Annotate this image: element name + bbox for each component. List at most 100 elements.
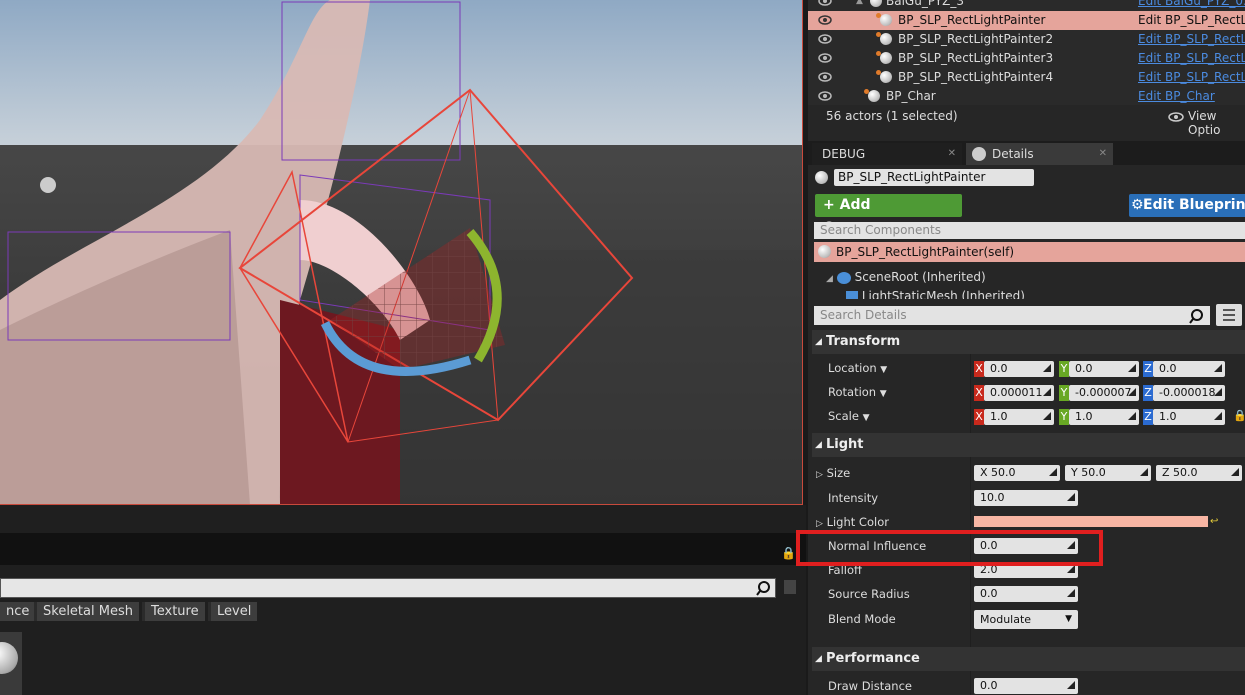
eye-icon[interactable] xyxy=(818,51,832,65)
size-x-field[interactable]: X 50.0 xyxy=(974,465,1060,481)
outliner-row[interactable]: ▲ BaiGu_PYZ_3 Edit BaiGu_PYZ_03 xyxy=(808,0,1245,11)
reset-to-default-icon[interactable]: ↩ xyxy=(1210,516,1220,527)
outliner-edit-link[interactable]: Edit BP_SLP_RectL xyxy=(1138,49,1245,68)
scale-z-field[interactable]: 1.0 xyxy=(1153,409,1225,425)
outliner-row-selected[interactable]: BP_SLP_RectLightPainter Edit BP_SLP_Rect… xyxy=(808,11,1245,30)
component-tree-label: LightStaticMesh (Inherited) xyxy=(861,289,1025,299)
z-axis-label: Z xyxy=(1143,385,1153,401)
save-search-icon[interactable] xyxy=(784,580,796,594)
eye-icon[interactable] xyxy=(818,70,832,84)
z-axis-label: Z xyxy=(1143,361,1153,377)
rotation-y-field[interactable]: -0.000007 xyxy=(1069,385,1139,401)
scale-y-field[interactable]: 1.0 xyxy=(1069,409,1139,425)
location-z-field[interactable]: 0.0 xyxy=(1153,361,1225,377)
eye-icon[interactable] xyxy=(818,0,832,8)
column-divider xyxy=(970,330,971,695)
blend-mode-dropdown[interactable]: Modulate ▼ xyxy=(974,610,1078,629)
tab-label: Details xyxy=(992,147,1034,161)
outliner-edit-link[interactable]: Edit BP_Char xyxy=(1138,87,1215,106)
light-color-swatch[interactable] xyxy=(974,516,1208,527)
actor-count-status: 56 actors (1 selected) xyxy=(826,109,958,123)
eye-icon[interactable] xyxy=(818,13,832,27)
filter-chip-level[interactable]: Level xyxy=(208,602,258,621)
component-tree-item[interactable]: LightStaticMesh (Inherited) xyxy=(846,287,1025,299)
outliner-row[interactable]: BP_SLP_RectLightPainter3 Edit BP_SLP_Rec… xyxy=(808,49,1245,68)
intensity-field[interactable]: 10.0 xyxy=(974,490,1078,506)
add-component-button[interactable]: + Add Component ▼ xyxy=(815,194,962,236)
category-transform[interactable]: ◢ Transform xyxy=(812,330,1245,354)
view-options-icon[interactable] xyxy=(1216,304,1242,326)
location-y-field[interactable]: 0.0 xyxy=(1069,361,1139,377)
expand-arrow-icon[interactable]: ◢ xyxy=(826,274,833,284)
scene-root-icon xyxy=(836,271,851,284)
search-icon[interactable] xyxy=(755,579,773,597)
rotation-label[interactable]: Rotation ▼ xyxy=(828,385,887,399)
outliner-edit-link[interactable]: Edit BP_SLP_RectL xyxy=(1138,11,1245,30)
size-y-field[interactable]: Y 50.0 xyxy=(1065,465,1151,481)
light-color-label[interactable]: ▷ Light Color xyxy=(816,515,889,529)
search-components-input[interactable]: Search Components xyxy=(814,222,1245,239)
filter-chip-texture[interactable]: Texture xyxy=(142,602,205,621)
asset-thumbnail[interactable] xyxy=(0,632,22,695)
outliner-edit-link[interactable]: Edit BP_SLP_RectL xyxy=(1138,68,1245,87)
collapse-arrow-icon: ◢ xyxy=(815,337,822,347)
edit-blueprint-button[interactable]: ⚙ Edit Blueprin xyxy=(1129,194,1245,217)
eye-icon xyxy=(1168,111,1184,122)
level-viewport[interactable] xyxy=(0,0,803,505)
category-light[interactable]: ◢ Light xyxy=(812,433,1245,457)
outliner-row[interactable]: BP_Char Edit BP_Char xyxy=(808,87,1245,106)
tab-details[interactable]: Details ✕ xyxy=(966,143,1113,165)
actor-name-field[interactable]: BP_SLP_RectLightPainter xyxy=(834,169,1034,186)
close-icon[interactable]: ✕ xyxy=(1099,143,1107,165)
eye-icon[interactable] xyxy=(818,32,832,46)
category-performance[interactable]: ◢ Performance xyxy=(812,647,1245,671)
category-title: Transform xyxy=(826,334,901,349)
rotation-x-field[interactable]: 0.000011 xyxy=(984,385,1054,401)
outliner-item-name: BP_SLP_RectLightPainter xyxy=(898,13,1046,27)
content-search-input[interactable] xyxy=(0,578,776,598)
blend-mode-label: Blend Mode xyxy=(828,612,896,626)
component-self-label: BP_SLP_RectLightPainter(self) xyxy=(836,245,1015,259)
lock-icon[interactable]: 🔒 xyxy=(781,546,796,560)
tab-label: DEBUG xyxy=(822,147,866,161)
outliner-edit-link[interactable]: Edit BP_SLP_RectL xyxy=(1138,30,1245,49)
edit-blueprint-label: Edit Blueprin xyxy=(1143,197,1245,213)
search-icon[interactable] xyxy=(1188,307,1206,325)
filter-chip-skeletal-mesh[interactable]: Skeletal Mesh xyxy=(34,602,139,621)
size-label[interactable]: ▷ Size xyxy=(816,466,850,480)
lock-icon[interactable]: 🔒 xyxy=(1233,409,1245,423)
outliner-edit-link[interactable]: Edit BaiGu_PYZ_03 xyxy=(1138,0,1245,11)
outliner-row[interactable]: BP_SLP_RectLightPainter2 Edit BP_SLP_Rec… xyxy=(808,30,1245,49)
static-mesh-icon xyxy=(846,290,858,299)
source-radius-label: Source Radius xyxy=(828,587,910,601)
tab-debug[interactable]: DEBUG ✕ xyxy=(812,143,962,165)
component-self-row[interactable]: BP_SLP_RectLightPainter(self) xyxy=(814,242,1245,262)
component-tree-label: SceneRoot (Inherited) xyxy=(854,270,986,284)
category-title: Performance xyxy=(826,651,920,666)
location-label[interactable]: Location ▼ xyxy=(828,361,887,375)
close-icon[interactable]: ✕ xyxy=(948,143,956,165)
source-radius-field[interactable]: 0.0 xyxy=(974,586,1078,602)
highlight-box xyxy=(796,530,1103,566)
scale-x-field[interactable]: 1.0 xyxy=(984,409,1054,425)
size-z-field[interactable]: Z 50.0 xyxy=(1156,465,1242,481)
rotation-z-field[interactable]: -0.000018 xyxy=(1153,385,1225,401)
chevron-down-icon: ▼ xyxy=(1065,614,1072,624)
search-details-input[interactable]: Search Details xyxy=(814,306,1210,325)
y-axis-label: Y xyxy=(1059,361,1069,377)
collapse-arrow-icon: ◢ xyxy=(815,440,822,450)
view-options-button[interactable]: View Optio xyxy=(1188,109,1245,137)
scale-label[interactable]: Scale ▼ xyxy=(828,409,870,423)
draw-distance-label: Draw Distance xyxy=(828,679,912,693)
component-tree-item[interactable]: ◢ SceneRoot (Inherited) xyxy=(826,268,986,286)
outliner-item-name: BP_Char xyxy=(886,89,936,103)
draw-distance-field[interactable]: 0.0 xyxy=(974,678,1078,694)
eye-icon[interactable] xyxy=(818,89,832,103)
outliner-item-name: BP_SLP_RectLightPainter2 xyxy=(898,32,1054,46)
intensity-label: Intensity xyxy=(828,491,879,505)
details-icon xyxy=(972,147,986,161)
filter-chip[interactable]: nce xyxy=(0,602,36,621)
outliner-row[interactable]: BP_SLP_RectLightPainter4 Edit BP_SLP_Rec… xyxy=(808,68,1245,87)
location-x-field[interactable]: 0.0 xyxy=(984,361,1054,377)
actor-icon xyxy=(818,245,831,258)
